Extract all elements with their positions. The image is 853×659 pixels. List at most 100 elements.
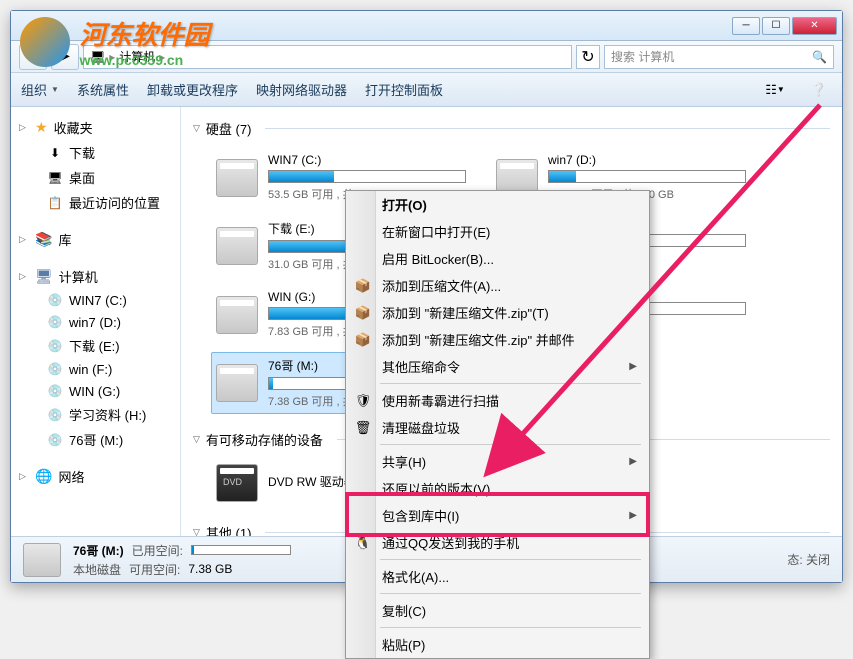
sidebar-label: 网络 (58, 467, 84, 486)
submenu-arrow-icon: ▶ (629, 456, 637, 467)
menu-icon: 🛡 (354, 392, 372, 410)
chevron-icon: ▷ (19, 271, 29, 282)
menu-item[interactable]: 🐧通过QQ发送到我的手机 (346, 529, 649, 556)
sidebar-network[interactable]: ▷ 🌐 网络 (11, 464, 180, 489)
help-button[interactable]: ❔ (806, 79, 832, 101)
menu-label: 清理磁盘垃圾 (382, 418, 460, 437)
breadcrumb-sep: ▸ (109, 50, 115, 64)
disk-icon: 💿 (47, 314, 63, 330)
toolbar-control-panel[interactable]: 打开控制面板 (365, 80, 443, 99)
menu-separator (380, 559, 641, 560)
sidebar-item-drive[interactable]: 💿76哥 (M:) (11, 427, 180, 452)
menu-item[interactable]: 启用 BitLocker(B)... (346, 245, 649, 272)
search-input[interactable]: 搜索 计算机 🔍 (604, 45, 834, 69)
menu-label: 打开(O) (382, 195, 427, 214)
menu-item[interactable]: 📦添加到 "新建压缩文件.zip" 并邮件 (346, 326, 649, 353)
context-menu: 打开(O) 在新窗口中打开(E) 启用 BitLocker(B)... 📦 添加到压缩文… (345, 190, 650, 659)
sidebar-libraries[interactable]: ▷ 📚 库 (11, 227, 180, 252)
menu-item[interactable]: 粘贴(P) (346, 631, 649, 658)
sidebar-item-desktop[interactable]: 🖥桌面 (11, 165, 180, 190)
menu-item[interactable]: 打开(O) (346, 191, 649, 218)
menu-item[interactable]: 包含到库中(I)▶ (346, 502, 649, 529)
menu-label: 其他压缩命令 (382, 357, 460, 376)
menu-label: 在新窗口中打开(E) (382, 222, 490, 241)
menu-label: 粘贴(P) (382, 635, 425, 654)
sidebar-item-drive[interactable]: 💿学习资料 (H:) (11, 402, 180, 427)
disk-icon (216, 296, 258, 334)
toolbar-map-drive[interactable]: 映射网络驱动器 (256, 80, 347, 99)
menu-item[interactable]: 🛡 使用新毒霸进行扫描 (346, 387, 649, 414)
chevron-icon: ▷ (19, 122, 29, 133)
sidebar-item-recent[interactable]: 📋最近访问的位置 (11, 190, 180, 215)
status-type: 本地磁盘 (73, 561, 121, 578)
computer-icon: 🖥 (35, 268, 53, 285)
forward-button[interactable]: ► (51, 44, 79, 70)
toolbar-organize[interactable]: 组织▼ (21, 80, 59, 99)
view-button[interactable]: ☷▼ (762, 79, 788, 101)
menu-item[interactable]: 复制(C) (346, 597, 649, 624)
menu-separator (380, 383, 641, 384)
status-bar (191, 545, 291, 555)
refresh-button[interactable]: ↻ (576, 45, 600, 69)
menu-item[interactable]: 📦添加到 "新建压缩文件.zip"(T) (346, 299, 649, 326)
disk-icon: 💿 (47, 383, 63, 399)
breadcrumb[interactable]: 🖥 ▸ 计算机 ▸ (83, 45, 572, 69)
close-button[interactable]: ✕ (792, 17, 837, 35)
menu-separator (380, 593, 641, 594)
disk-icon (23, 543, 61, 577)
menu-item[interactable]: 📦 添加到压缩文件(A)... (346, 272, 649, 299)
minimize-button[interactable]: ─ (732, 17, 760, 35)
breadcrumb-sep: ▸ (159, 50, 165, 64)
status-used-label: 已用空间: (132, 542, 183, 559)
menu-icon: 📦 (354, 277, 372, 295)
toolbar-uninstall[interactable]: 卸载或更改程序 (147, 80, 238, 99)
sidebar-item-drive[interactable]: 💿win (F:) (11, 358, 180, 380)
menu-item[interactable]: 在新窗口中打开(E) (346, 218, 649, 245)
sidebar-item-downloads[interactable]: ⬇下载 (11, 140, 180, 165)
menu-item[interactable]: 🗑 清理磁盘垃圾 (346, 414, 649, 441)
chevron-icon: ▷ (19, 471, 29, 482)
menu-icon: 📦 (354, 304, 372, 322)
disk-icon (216, 159, 258, 197)
network-icon: 🌐 (35, 468, 52, 485)
sidebar-label: 收藏夹 (54, 118, 93, 137)
submenu-arrow-icon: ▶ (629, 361, 637, 372)
menu-label: 使用新毒霸进行扫描 (382, 391, 499, 410)
menu-label: 添加到压缩文件(A)... (382, 276, 501, 295)
sidebar-label: 库 (58, 230, 71, 249)
sidebar-item-drive[interactable]: 💿WIN (G:) (11, 380, 180, 402)
toolbar: 组织▼ 系统属性 卸载或更改程序 映射网络驱动器 打开控制面板 ☷▼ ❔ (11, 73, 842, 107)
menu-item[interactable]: 其他压缩命令 ▶ (346, 353, 649, 380)
menu-icon: 🐧 (354, 534, 372, 552)
sidebar-item-drive[interactable]: 💿WIN7 (C:) (11, 289, 180, 311)
star-icon: ★ (35, 119, 48, 136)
maximize-button[interactable]: ☐ (762, 17, 790, 35)
library-icon: 📚 (35, 231, 52, 248)
menu-item[interactable]: 还原以前的版本(V) (346, 475, 649, 502)
disk-icon: 💿 (47, 361, 63, 377)
disk-icon (216, 227, 258, 265)
sidebar-item-drive[interactable]: 💿下载 (E:) (11, 333, 180, 358)
disk-icon: 💿 (47, 292, 63, 308)
titlebar: ─ ☐ ✕ (11, 11, 842, 41)
status-avail-value: 7.38 GB (188, 562, 232, 576)
back-button[interactable]: ◄ (19, 44, 47, 70)
menu-label: 启用 BitLocker(B)... (382, 249, 494, 268)
status-right: 态: 关闭 (787, 551, 830, 568)
status-drive-name: 76哥 (M:) (73, 542, 124, 559)
menu-item[interactable]: 共享(H)▶ (346, 448, 649, 475)
chevron-down-icon: ▽ (193, 527, 200, 536)
sidebar-favorites[interactable]: ▷ ★ 收藏夹 (11, 115, 180, 140)
sidebar-computer[interactable]: ▷ 🖥 计算机 (11, 264, 180, 289)
menu-icon: 🗑 (354, 419, 372, 437)
toolbar-properties[interactable]: 系统属性 (77, 80, 129, 99)
menu-label: 添加到 "新建压缩文件.zip" 并邮件 (382, 330, 575, 349)
sidebar-item-drive[interactable]: 💿win7 (D:) (11, 311, 180, 333)
download-icon: ⬇ (47, 145, 63, 161)
menu-item[interactable]: 格式化(A)... (346, 563, 649, 590)
breadcrumb-item[interactable]: 计算机 (119, 48, 155, 65)
drive-name: WIN7 (C:) (268, 153, 466, 167)
chevron-icon: ▷ (19, 234, 29, 245)
computer-icon: 🖥 (90, 50, 105, 64)
section-hdd[interactable]: ▽ 硬盘 (7) (193, 115, 830, 142)
